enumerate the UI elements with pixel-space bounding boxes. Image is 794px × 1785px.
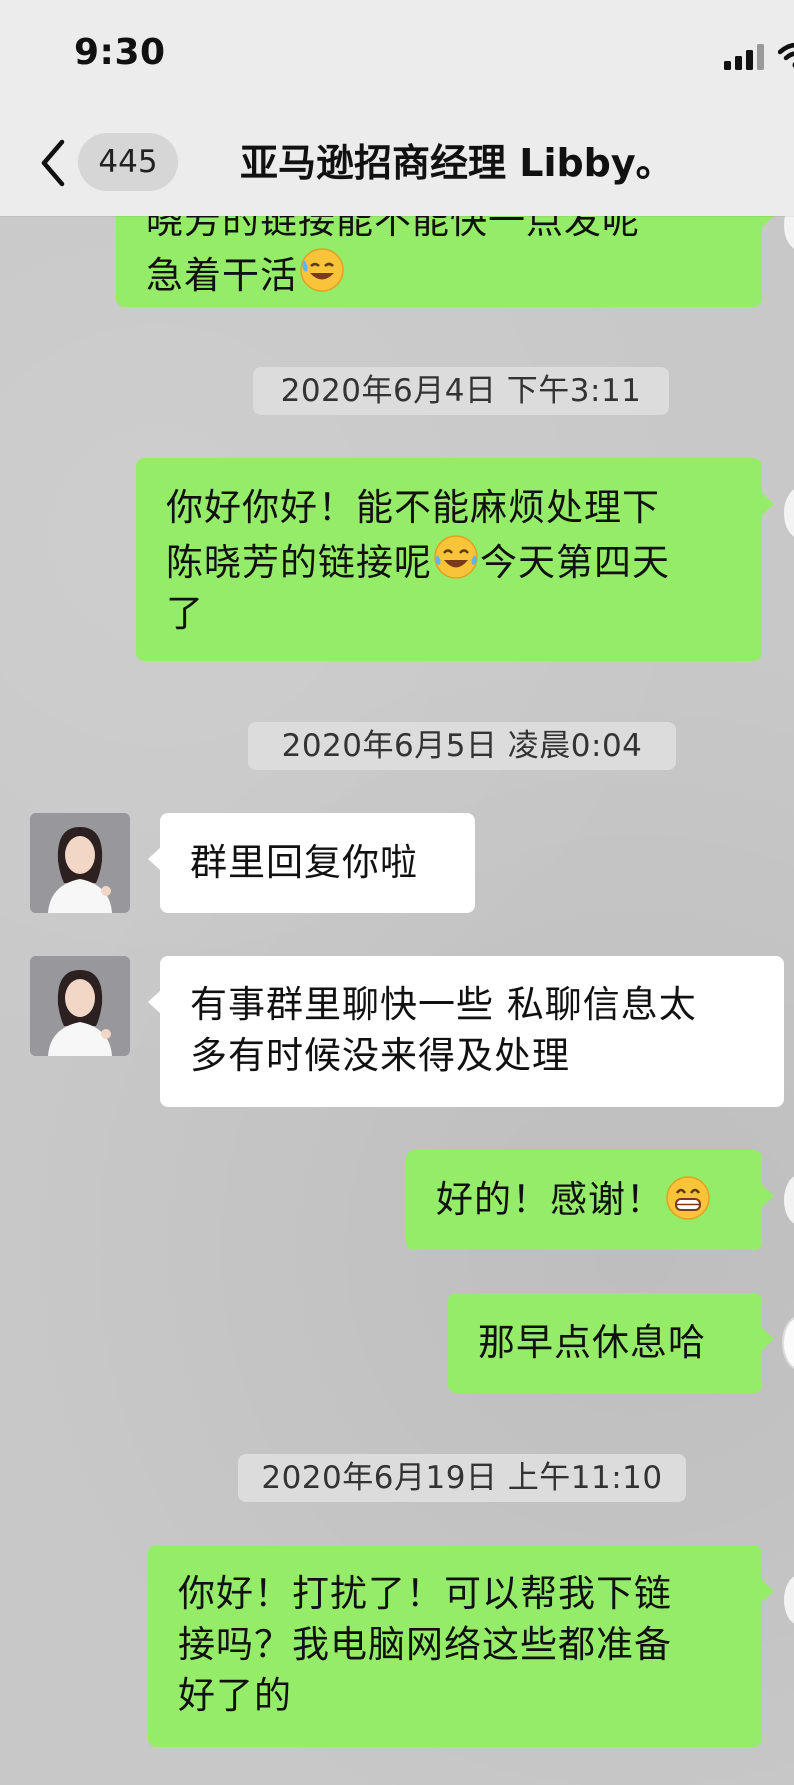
message-text: 那早点休息哈	[478, 1321, 706, 1364]
message-line: 好了的	[178, 1674, 292, 1717]
message-bubble-sent[interactable]: 那早点休息哈	[448, 1293, 774, 1393]
contact-avatar-image	[30, 956, 130, 1056]
contact-avatar-image	[30, 813, 130, 913]
timestamp: 2020年6月5日 凌晨0:04	[248, 722, 676, 770]
chat-header: 9:30 445 亚马逊招商经理 Libby。	[0, 0, 794, 216]
timestamp: 2020年6月19日 上午11:10	[238, 1454, 686, 1502]
wifi-icon	[778, 42, 794, 68]
status-icons	[724, 40, 794, 70]
message-line: 多有时候没来得及处理	[190, 1034, 570, 1077]
chat-title[interactable]: 亚马逊招商经理 Libby。	[240, 138, 760, 188]
message-bubble-received[interactable]: 群里回复你啦	[148, 813, 475, 913]
message-line: 接吗？我电脑网络这些都准备	[178, 1623, 672, 1666]
contact-avatar[interactable]	[30, 813, 130, 913]
message-bubble-sent[interactable]: 你好你好！能不能麻烦处理下 陈晓芳的链接呢 今天第四天 了	[136, 458, 774, 661]
sweat-smile-emoji-icon	[300, 248, 344, 292]
message-line: 有事群里聊快一些 私聊信息太	[190, 983, 697, 1026]
message-line: 了	[166, 592, 204, 635]
message-text: 好的！感谢！	[436, 1178, 664, 1221]
message-line: 你好！打扰了！可以帮我下链	[178, 1572, 672, 1615]
timestamp: 2020年6月4日 下午3:11	[253, 367, 669, 415]
status-time: 9:30	[74, 32, 166, 73]
grinning-emoji-icon	[666, 1176, 710, 1220]
unread-count-badge[interactable]: 445	[78, 133, 178, 191]
message-text: 群里回复你啦	[190, 841, 418, 884]
contact-avatar[interactable]	[30, 956, 130, 1056]
tears-of-joy-emoji-icon	[434, 535, 478, 579]
message-bubble-sent[interactable]: 你好！打扰了！可以帮我下链 接吗？我电脑网络这些都准备 好了的	[148, 1545, 774, 1747]
message-line: 你好你好！能不能麻烦处理下	[166, 486, 660, 529]
message-line: 急着干活	[146, 246, 732, 301]
message-line: 陈晓芳的链接呢 今天第四天	[166, 533, 732, 588]
message-bubble-received[interactable]: 有事群里聊快一些 私聊信息太 多有时候没来得及处理	[148, 956, 784, 1107]
message-bubble-sent[interactable]: 好的！感谢！	[406, 1150, 774, 1250]
back-chevron-icon[interactable]	[38, 138, 68, 188]
